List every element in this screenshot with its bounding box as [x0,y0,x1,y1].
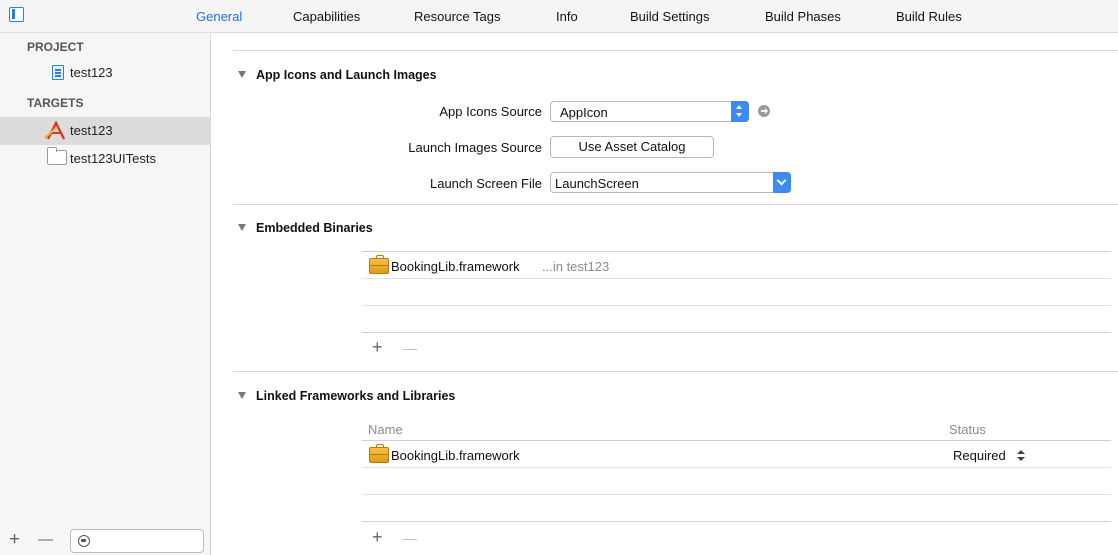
table-row-divider [362,494,1111,495]
sidebar-bottom-bar: + — [0,525,210,555]
editor-tab-bar: General Capabilities Resource Tags Info … [0,0,1118,33]
popup-stepper-icon [731,101,749,122]
table-bottom-border [362,521,1111,522]
table-row-divider [362,467,1111,468]
test-bundle-icon [47,147,67,165]
section-title-text: Embedded Binaries [256,221,373,235]
linked-framework-name[interactable]: BookingLib.framework [391,448,520,463]
table-row-divider [362,278,1111,279]
sidebar-item-label: test123 [70,123,113,138]
tab-resource-tags[interactable]: Resource Tags [414,9,500,24]
disclosure-triangle-icon [238,224,246,231]
section-title-text: Linked Frameworks and Libraries [256,389,456,403]
remove-embedded-binary-button[interactable]: — [403,340,417,356]
app-icons-source-popup[interactable]: AppIcon [550,101,749,122]
remove-target-button[interactable]: — [38,531,53,548]
sidebar-toggle-icon[interactable] [9,7,24,22]
project-section-header: PROJECT [27,40,84,54]
name-column-header[interactable]: Name [368,422,403,437]
remove-linked-framework-button[interactable]: — [403,530,417,546]
table-row-divider [362,305,1111,306]
combo-value: LaunchScreen [555,176,639,191]
use-asset-catalog-button[interactable]: Use Asset Catalog [550,136,714,158]
status-stepper-icon[interactable] [1017,450,1025,462]
combo-dropdown-icon[interactable] [773,172,791,193]
app-icons-source-label: App Icons Source [439,104,542,119]
tab-build-phases[interactable]: Build Phases [765,9,841,24]
status-column-header[interactable]: Status [949,422,986,437]
disclosure-triangle-icon [238,392,246,399]
tab-general[interactable]: General [196,9,242,24]
popup-value: AppIcon [560,105,608,120]
sidebar-item-project[interactable]: test123 [0,59,210,87]
table-top-border [362,251,1111,252]
go-to-asset-arrow-icon[interactable] [758,105,770,117]
app-icons-section-header[interactable]: App Icons and Launch Images [238,68,437,82]
sidebar-item-target-app[interactable]: test123 [0,117,210,145]
embedded-binaries-section-header[interactable]: Embedded Binaries [238,221,373,235]
launch-images-source-label: Launch Images Source [408,140,542,155]
section-title-text: App Icons and Launch Images [256,68,437,82]
add-embedded-binary-button[interactable]: + [372,337,383,358]
section-divider [233,371,1118,372]
project-target-sidebar: PROJECT test123 TARGETS test123 test123U… [0,33,211,555]
general-settings-pane: App Icons and Launch Images App Icons So… [212,33,1118,555]
add-target-button[interactable]: + [9,529,20,551]
embedded-binary-name[interactable]: BookingLib.framework [391,259,520,274]
embedded-binary-location: ...in test123 [542,259,610,274]
add-linked-framework-button[interactable]: + [372,527,383,548]
tab-build-rules[interactable]: Build Rules [896,9,962,24]
sidebar-item-label: test123 [70,65,113,80]
app-target-icon [44,121,66,140]
tab-capabilities[interactable]: Capabilities [293,9,360,24]
sidebar-item-target-uitests[interactable]: test123UITests [0,145,210,173]
framework-icon [369,444,389,463]
sidebar-item-label: test123UITests [70,151,156,166]
tab-info[interactable]: Info [556,9,578,24]
table-header-border [362,440,1111,441]
disclosure-triangle-icon [238,71,246,78]
project-file-icon [52,65,64,80]
targets-section-header: TARGETS [27,96,84,110]
tab-build-settings[interactable]: Build Settings [630,9,710,24]
filter-icon [78,535,90,547]
section-divider [233,50,1118,51]
framework-icon [369,255,389,274]
linked-framework-status[interactable]: Required [953,448,1006,463]
filter-field[interactable] [70,529,204,553]
table-bottom-border [362,332,1111,333]
linked-frameworks-section-header[interactable]: Linked Frameworks and Libraries [238,389,455,403]
launch-screen-file-combo[interactable]: LaunchScreen [550,172,791,193]
section-divider [233,204,1118,205]
launch-screen-file-label: Launch Screen File [429,176,542,191]
